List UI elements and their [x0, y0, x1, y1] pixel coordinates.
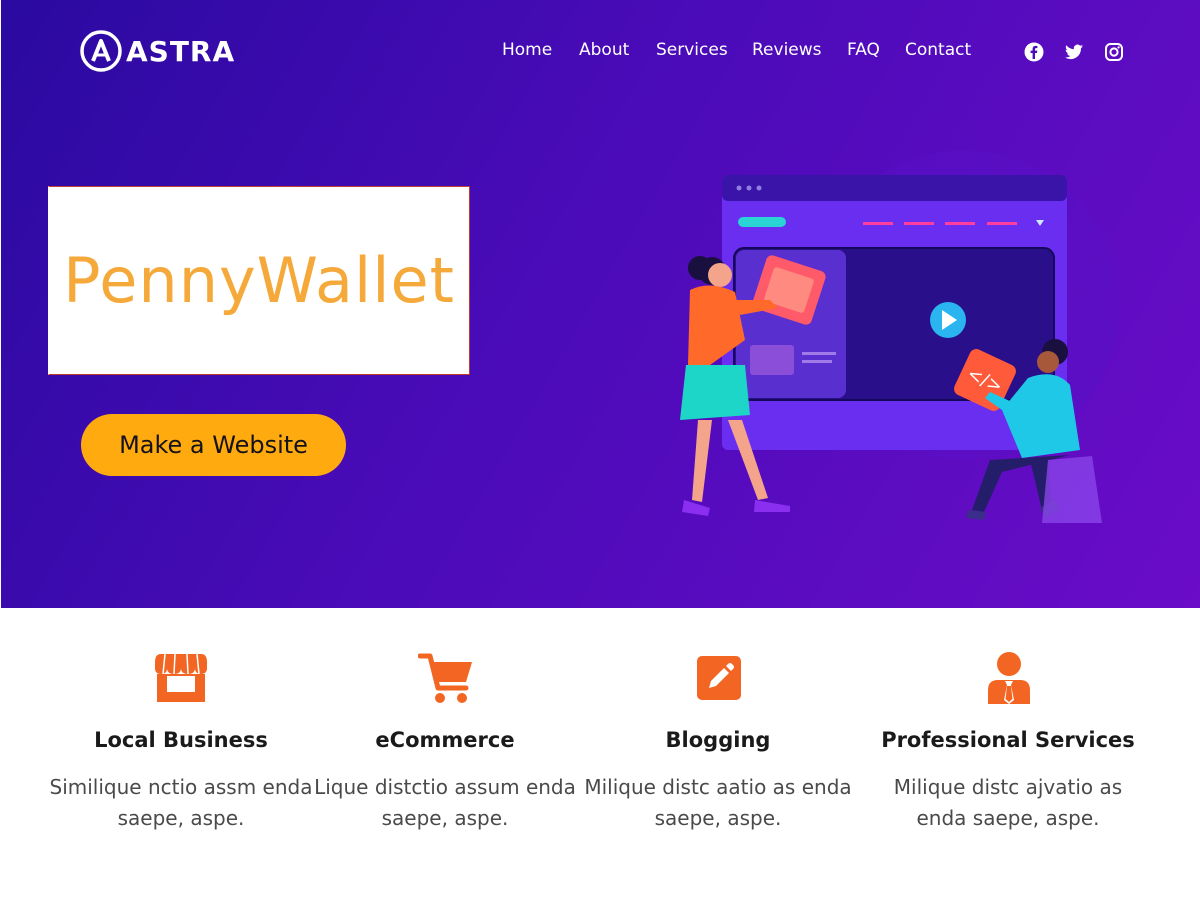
logo-text: ASTRA: [126, 34, 236, 68]
hero-section: ASTRA Home About Services Reviews FAQ Co…: [0, 0, 1200, 608]
facebook-icon[interactable]: [1024, 42, 1044, 62]
twitter-icon[interactable]: [1064, 42, 1084, 62]
brand-name: PennyWallet: [63, 244, 455, 317]
nav-home[interactable]: Home: [502, 40, 552, 60]
nav-reviews[interactable]: Reviews: [752, 40, 822, 60]
nav-services[interactable]: Services: [656, 40, 728, 60]
site-logo[interactable]: ASTRA: [80, 30, 235, 72]
feature-text: Similique nctio assm enda saepe, aspe.: [49, 775, 313, 830]
cart-icon: [418, 650, 474, 706]
brand-logo-box: PennyWallet: [48, 186, 470, 375]
professional-icon: [981, 650, 1037, 706]
feature-title: Local Business: [94, 728, 268, 752]
feature-title: eCommerce: [375, 728, 515, 752]
hero-illustration: </>: [680, 150, 1120, 523]
nav-about[interactable]: About: [579, 40, 629, 60]
nav-faq[interactable]: FAQ: [847, 40, 880, 60]
store-icon: [153, 650, 209, 706]
nav-contact[interactable]: Contact: [905, 40, 971, 60]
features-section: Local Business Similique nctio assm enda…: [0, 608, 1200, 900]
feature-title: Blogging: [665, 728, 771, 752]
social-links: [1024, 42, 1124, 62]
astra-logo-icon: [80, 30, 122, 72]
edit-icon: [691, 650, 747, 706]
feature-title: Professional Services: [881, 728, 1135, 752]
feature-text: Lique distctio assum enda saepe, aspe.: [314, 775, 576, 830]
feature-text: Milique distc aatio as enda saepe, aspe.: [584, 775, 852, 830]
instagram-icon[interactable]: [1104, 42, 1124, 62]
make-website-button[interactable]: Make a Website: [81, 414, 346, 476]
feature-text: Milique distc ajvatio as enda saepe, asp…: [893, 775, 1123, 830]
